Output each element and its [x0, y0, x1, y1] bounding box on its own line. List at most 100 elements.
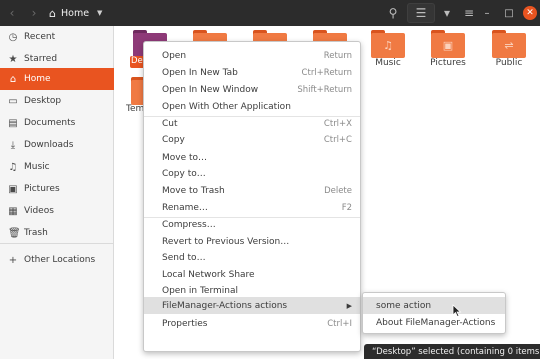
menu-item-move-to-trash[interactable]: Move to Trash Delete: [144, 182, 360, 199]
picture-icon: ▣: [442, 39, 454, 52]
path-bar-home-button[interactable]: ⌂ Home ▼: [44, 3, 110, 23]
menu-item-label: some action: [376, 300, 432, 311]
trash-icon: 🗑: [8, 227, 21, 239]
folder-music[interactable]: ♫: [371, 30, 405, 58]
view-toggle-button[interactable]: ☰: [407, 3, 435, 23]
list-view-icon: ☰: [415, 6, 427, 20]
home-icon: ⌂: [9, 73, 17, 85]
menu-item-label: Open: [162, 50, 187, 61]
maximize-button[interactable]: □: [502, 6, 516, 20]
sidebar-item-home[interactable]: ⌂ Home: [0, 68, 114, 90]
sidebar-item-label: Downloads: [24, 140, 74, 150]
header-bar: ‹ › ⌂ Home ▼ ⚲ ☰ ▾ ≡ – □ ✕: [0, 0, 540, 26]
chevron-left-icon: ‹: [9, 6, 15, 20]
home-icon: ⌂: [49, 6, 56, 20]
document-icon: ▤: [8, 117, 18, 129]
sidebar: ◷ Recent ★ Starred ⌂ Home ▭ Desktop ▤ Do…: [0, 26, 114, 359]
sidebar-item-recent[interactable]: ◷ Recent: [0, 26, 114, 48]
menu-item-shortcut: Ctrl+I: [327, 318, 352, 329]
submenu-item-some-action[interactable]: some action: [363, 297, 505, 314]
folder-label-pictures: Pictures: [430, 58, 466, 68]
menu-item-copy-to[interactable]: Copy to…: [144, 165, 360, 182]
download-icon: ⤓: [10, 139, 16, 151]
folder-label-templates: Templates: [126, 104, 143, 114]
sidebar-item-label: Desktop: [24, 96, 62, 106]
menu-item-label: Copy: [162, 134, 185, 145]
sidebar-item-label: Other Locations: [24, 255, 96, 265]
folder-label-public: Public: [495, 58, 523, 68]
menu-item-shortcut: Ctrl+X: [323, 118, 352, 129]
status-overlay: “Desktop” selected (containing 0 items): [364, 344, 540, 359]
status-text: “Desktop” selected (containing 0 items): [372, 346, 540, 357]
sidebar-item-videos[interactable]: ▦ Videos: [0, 200, 114, 222]
sidebar-item-label: Videos: [24, 206, 54, 216]
menu-item-shortcut: Delete: [324, 185, 352, 196]
mouse-pointer-icon: [452, 304, 462, 318]
menu-item-label: Compress…: [162, 219, 216, 230]
hamburger-menu-icon: ≡: [463, 6, 475, 20]
sidebar-item-music[interactable]: ♫ Music: [0, 156, 114, 178]
submenu-filemanager-actions: some action About FileManager-Actions: [362, 292, 506, 334]
minimize-button[interactable]: –: [480, 6, 494, 20]
folder-public[interactable]: ⇌: [492, 30, 526, 58]
sidebar-item-starred[interactable]: ★ Starred: [0, 48, 114, 70]
sidebar-item-label: Recent: [24, 32, 56, 42]
menu-item-shortcut: Ctrl+C: [323, 134, 352, 145]
menu-item-compress[interactable]: Compress…: [144, 216, 360, 233]
back-button[interactable]: ‹: [2, 3, 22, 23]
menu-item-label: Properties: [162, 318, 208, 329]
menu-item-label: Move to…: [162, 152, 208, 163]
sidebar-item-desktop[interactable]: ▭ Desktop: [0, 90, 114, 112]
menu-item-open-in-new-tab[interactable]: Open In New Tab Ctrl+Return: [144, 64, 360, 81]
forward-button[interactable]: ›: [24, 3, 44, 23]
menu-item-label: Open With Other Application: [162, 101, 291, 112]
menu-item-send-to[interactable]: Send to…: [144, 249, 360, 266]
menu-item-label: Open In New Tab: [162, 67, 238, 78]
menu-item-shortcut: Ctrl+Return: [301, 67, 352, 78]
plus-icon: +: [8, 254, 18, 266]
menu-item-label: Local Network Share: [162, 269, 255, 280]
folder-icon: ▣: [431, 33, 465, 58]
menu-item-open-with-other-application[interactable]: Open With Other Application: [144, 98, 360, 115]
folder-label-music: Music: [375, 58, 401, 68]
menu-item-shortcut: F2: [341, 202, 352, 213]
sidebar-item-label: Home: [24, 74, 51, 84]
menu-item-shortcut: Shift+Return: [297, 84, 352, 95]
video-icon: ▦: [8, 205, 18, 217]
sidebar-item-label: Starred: [24, 54, 58, 64]
sidebar-item-downloads[interactable]: ⤓ Downloads: [0, 134, 114, 156]
menu-item-filemanager-actions[interactable]: FileManager-Actions actions ▶: [144, 297, 360, 314]
menu-item-local-network-share[interactable]: Local Network Share: [144, 266, 360, 283]
menu-item-label: Cut: [162, 118, 178, 129]
sidebar-item-pictures[interactable]: ▣ Pictures: [0, 178, 114, 200]
menu-item-revert-to-previous-version[interactable]: Revert to Previous Version…: [144, 233, 360, 250]
menu-item-label: Move to Trash: [162, 185, 225, 196]
menu-item-rename[interactable]: Rename… F2: [144, 199, 360, 216]
close-button[interactable]: ✕: [523, 6, 537, 20]
view-options-button[interactable]: ▾: [437, 3, 457, 23]
sidebar-item-label: Documents: [24, 118, 76, 128]
search-button[interactable]: ⚲: [383, 3, 403, 23]
menu-item-label: Send to…: [162, 252, 206, 263]
desktop-icon: ▭: [8, 95, 18, 107]
picture-icon: ▣: [8, 183, 18, 195]
menu-item-properties[interactable]: Properties Ctrl+I: [144, 315, 360, 332]
chevron-down-icon: ▼: [97, 9, 103, 17]
submenu-item-about-filemanager-actions[interactable]: About FileManager-Actions: [363, 314, 505, 331]
minimize-icon: –: [484, 7, 490, 19]
menu-item-open-in-new-window[interactable]: Open In New Window Shift+Return: [144, 81, 360, 98]
main-menu-button[interactable]: ≡: [459, 3, 479, 23]
menu-item-move-to[interactable]: Move to…: [144, 149, 360, 166]
sidebar-item-other-locations[interactable]: + Other Locations: [0, 249, 114, 271]
menu-item-label: Revert to Previous Version…: [162, 236, 290, 247]
folder-pictures[interactable]: ▣: [431, 30, 465, 58]
menu-item-cut[interactable]: Cut Ctrl+X: [144, 115, 360, 132]
menu-item-label: About FileManager-Actions: [376, 317, 496, 328]
menu-item-label: Copy to…: [162, 168, 206, 179]
menu-item-open[interactable]: Open Return: [144, 47, 360, 64]
menu-item-label: Open in Terminal: [162, 285, 238, 296]
sidebar-item-documents[interactable]: ▤ Documents: [0, 112, 114, 134]
sidebar-item-trash[interactable]: 🗑 Trash: [0, 222, 114, 244]
folder-icon: ♫: [371, 33, 405, 58]
menu-item-copy[interactable]: Copy Ctrl+C: [144, 131, 360, 148]
